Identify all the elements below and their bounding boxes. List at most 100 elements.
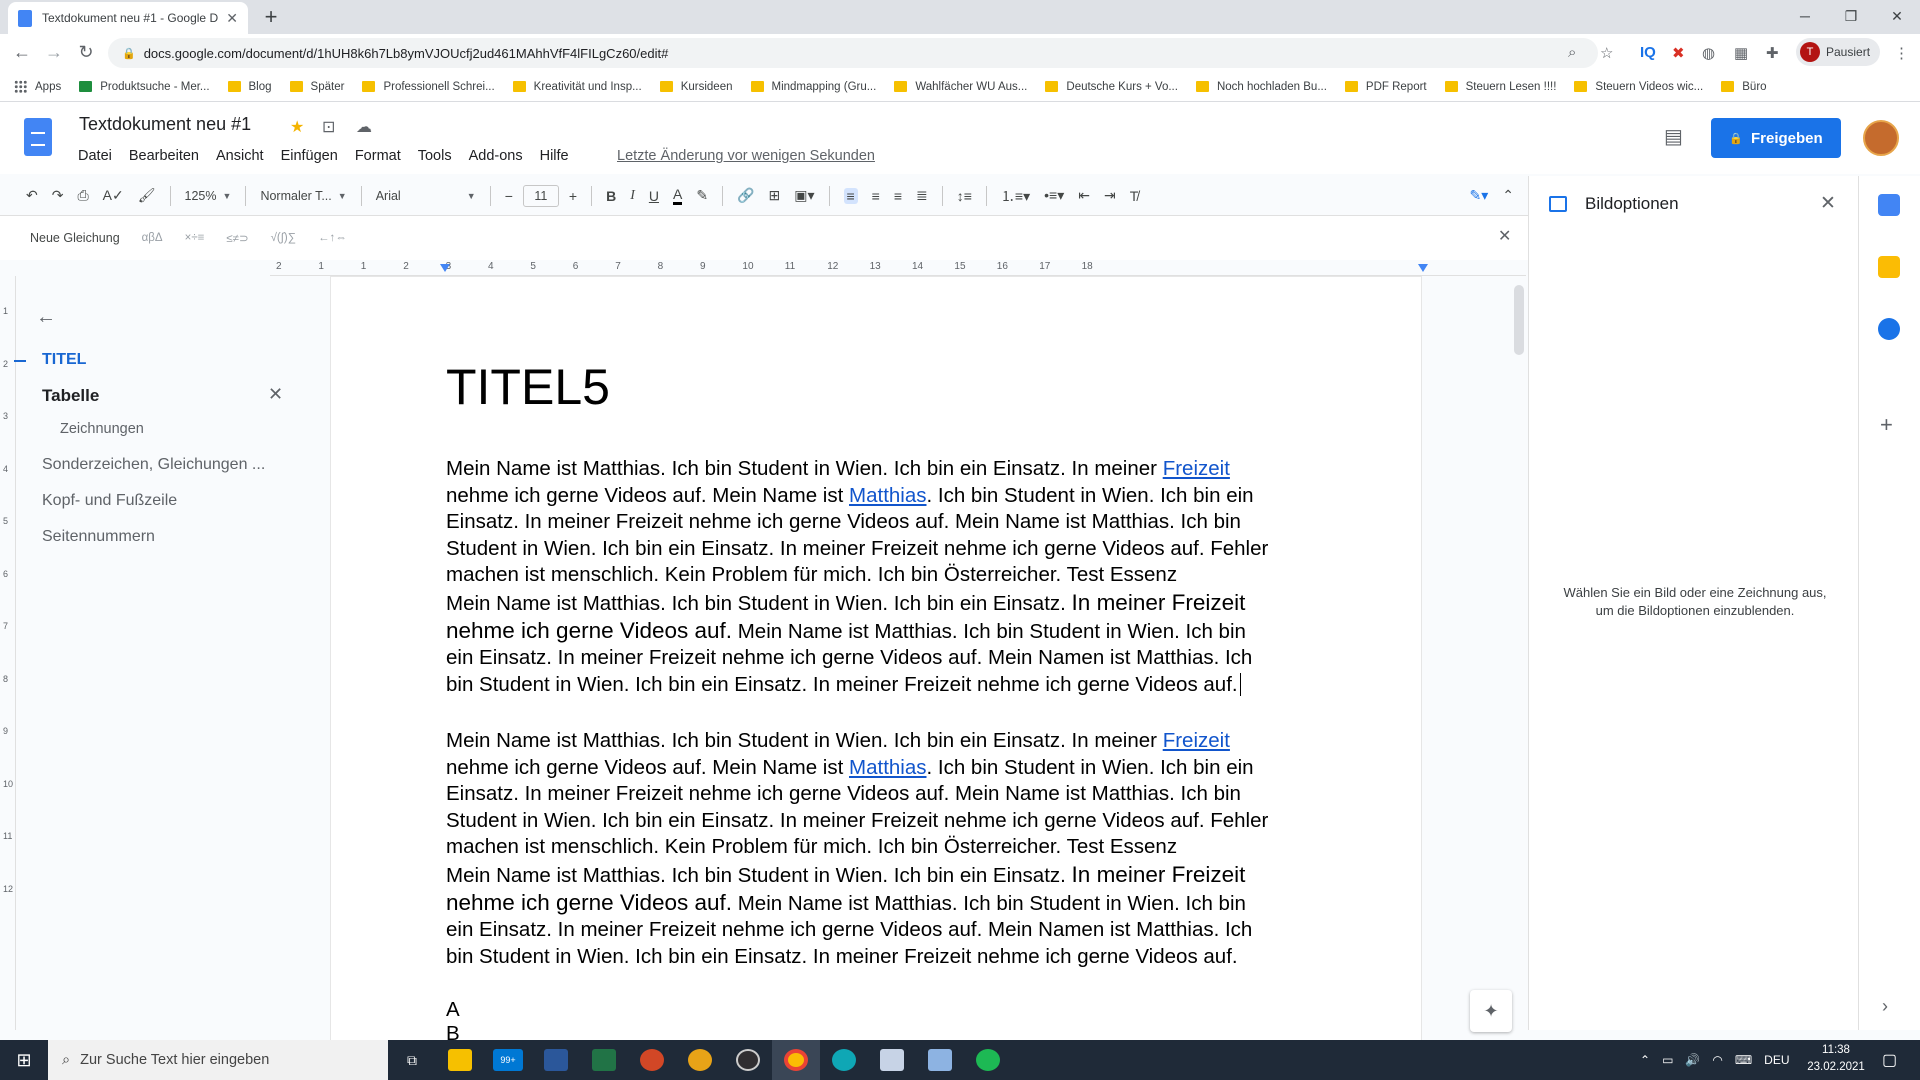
matthias-link[interactable]: Matthias (849, 756, 926, 779)
close-tab-icon[interactable]: ✕ (226, 10, 238, 27)
collapse-menus-icon[interactable]: ⌃ (1502, 187, 1514, 204)
mail-icon[interactable]: 99+ (484, 1040, 532, 1080)
print-icon[interactable]: ⎙ (77, 187, 88, 204)
reload-icon[interactable]: ↻ (74, 42, 98, 63)
bookmark-item[interactable]: Wahlfächer WU Aus... (894, 81, 1027, 93)
maximize-button[interactable]: ❐ (1828, 2, 1874, 30)
document-paragraph[interactable]: Mein Name ist Matthias. Ich bin Student … (446, 728, 1276, 861)
outline-item-sonderzeichen[interactable]: Sonderzeichen, Gleichungen ... (42, 456, 265, 474)
user-avatar[interactable] (1863, 120, 1899, 156)
document-title[interactable]: Textdokument neu #1 (79, 114, 251, 135)
docs-logo-icon[interactable] (24, 118, 52, 156)
notifications-icon[interactable]: ▢ (1882, 1050, 1897, 1070)
bookmark-item[interactable]: Professionell Schrei... (362, 81, 495, 93)
document-paragraph[interactable]: Mein Name ist Matthias. Ich bin Student … (446, 862, 1276, 970)
decrease-indent-icon[interactable]: ⇤ (1078, 187, 1090, 204)
bookmark-item[interactable]: Steuern Lesen !!!! (1444, 81, 1556, 93)
document-line-a[interactable]: A (446, 998, 460, 1022)
word-icon[interactable] (532, 1040, 580, 1080)
app-circle-icon[interactable] (676, 1040, 724, 1080)
close-equation-bar-icon[interactable]: ✕ (1498, 226, 1511, 246)
close-window-button[interactable]: ✕ (1874, 2, 1920, 30)
bookmark-item[interactable]: Mindmapping (Gru... (750, 81, 876, 93)
bookmark-item[interactable]: Später (289, 81, 344, 93)
star-icon[interactable]: ★ (290, 117, 304, 137)
decrease-font-size-icon[interactable]: − (505, 188, 513, 204)
redo-icon[interactable]: ↷ (52, 187, 64, 204)
taskbar-search[interactable]: ⌕ Zur Suche Text hier eingeben (48, 1040, 388, 1080)
text-color-icon[interactable]: A (672, 186, 683, 205)
spotify-icon[interactable] (964, 1040, 1012, 1080)
italic-icon[interactable]: I (630, 188, 635, 204)
increase-indent-icon[interactable]: ⇥ (1104, 187, 1116, 204)
align-center-icon[interactable]: ≡ (872, 188, 880, 204)
align-right-icon[interactable]: ≡ (894, 188, 902, 204)
app-doc-icon[interactable] (916, 1040, 964, 1080)
browser-tab[interactable]: Textdokument neu #1 - Google D ✕ (8, 2, 248, 34)
back-arrow-icon[interactable]: ← (10, 42, 34, 63)
address-bar[interactable]: 🔒 docs.google.com/document/d/1hUH8k6h7Lb… (108, 38, 1598, 68)
bookmark-item[interactable]: Kursideen (659, 81, 733, 93)
freizeit-link[interactable]: Freizeit (1163, 729, 1230, 752)
equation-group-operators[interactable]: ×÷≡ (185, 232, 205, 244)
add-addon-icon[interactable]: + (1880, 412, 1893, 438)
font-size-input[interactable]: 11 (522, 184, 559, 207)
bookmark-item[interactable]: Blog (227, 81, 272, 93)
move-folder-icon[interactable]: ⊡ (322, 117, 335, 137)
document-paragraph[interactable]: Mein Name ist Matthias. Ich bin Student … (446, 590, 1276, 698)
spellcheck-icon[interactable]: A✓ (103, 187, 124, 204)
new-tab-button[interactable]: + (258, 4, 284, 30)
add-comment-icon[interactable]: ⊞ (769, 187, 781, 204)
new-equation-button[interactable]: Neue Gleichung (30, 231, 120, 245)
menu-item[interactable]: Ansicht (216, 148, 264, 164)
bookmark-item[interactable]: Deutsche Kurs + Vo... (1045, 81, 1178, 93)
windows-start-icon[interactable]: ⊞ (0, 1040, 48, 1080)
menu-item[interactable]: Datei (78, 148, 112, 164)
extension-iq-icon[interactable]: IQ (1640, 44, 1656, 61)
last-edit-link[interactable]: Letzte Änderung vor wenigen Sekunden (617, 148, 875, 164)
bookmark-item[interactable]: Büro (1721, 81, 1767, 93)
comment-history-icon[interactable]: ▤ (1664, 124, 1683, 149)
menu-item[interactable]: Bearbeiten (129, 148, 199, 164)
insert-link-icon[interactable]: 🔗 (737, 187, 754, 204)
outline-item-kopf-fusszeile[interactable]: Kopf- und Fußzeile (42, 492, 177, 510)
menu-item[interactable]: Hilfe (540, 148, 569, 164)
battery-icon[interactable]: ▭ (1662, 1053, 1673, 1067)
cloud-status-icon[interactable]: ☁ (356, 117, 372, 137)
document-scrollbar[interactable] (1514, 285, 1524, 355)
zoom-icon[interactable]: ⌕ (1568, 44, 1576, 61)
font-select[interactable]: Arial ▼ (376, 189, 476, 203)
line-spacing-icon[interactable]: ↕≡ (957, 188, 972, 204)
browser-menu-icon[interactable]: ⋮ (1894, 44, 1909, 62)
matthias-link[interactable]: Matthias (849, 484, 926, 507)
menu-item[interactable]: Add-ons (469, 148, 523, 164)
outline-item-seitennummern[interactable]: Seitennummern (42, 528, 155, 546)
horizontal-ruler[interactable]: 21123456789101112131415161718 (270, 260, 1526, 276)
extension-blocker-icon[interactable]: ✖ (1672, 44, 1685, 62)
remove-heading-icon[interactable]: ✕ (268, 384, 283, 405)
expand-panel-chevron-icon[interactable]: › (1882, 996, 1888, 1017)
clear-formatting-icon[interactable]: T̸ (1130, 188, 1139, 204)
justify-icon[interactable]: ≣ (916, 187, 928, 204)
tray-chevron-icon[interactable]: ⌃ (1640, 1053, 1650, 1067)
extensions-puzzle-icon[interactable]: ✚ (1766, 44, 1779, 62)
bold-icon[interactable]: B (606, 188, 616, 204)
forward-arrow-icon[interactable]: → (42, 42, 66, 63)
network-icon[interactable]: ◠ (1712, 1053, 1722, 1067)
bookmark-item[interactable]: Steuern Videos wic... (1574, 81, 1703, 93)
bookmark-star-icon[interactable]: ☆ (1600, 44, 1613, 62)
menu-item[interactable]: Tools (418, 148, 452, 164)
explore-button[interactable]: ✦ (1470, 990, 1512, 1032)
close-outline-arrow-icon[interactable]: ← (36, 306, 56, 329)
align-left-icon[interactable]: ≡ (843, 187, 858, 204)
menu-item[interactable]: Einfügen (281, 148, 338, 164)
keep-icon[interactable] (1878, 256, 1900, 278)
zoom-select[interactable]: 125% ▼ (185, 189, 232, 203)
bookmark-item[interactable]: Noch hochladen Bu... (1195, 81, 1327, 93)
bookmark-item[interactable]: Produktsuche - Mer... (79, 81, 210, 93)
task-view-icon[interactable]: ⧉ (388, 1040, 436, 1080)
tasks-icon[interactable] (1878, 318, 1900, 340)
freizeit-link[interactable]: Freizeit (1163, 457, 1230, 480)
share-button[interactable]: 🔒 Freigeben (1711, 118, 1841, 158)
equation-group-greek[interactable]: αβΔ (142, 232, 163, 244)
